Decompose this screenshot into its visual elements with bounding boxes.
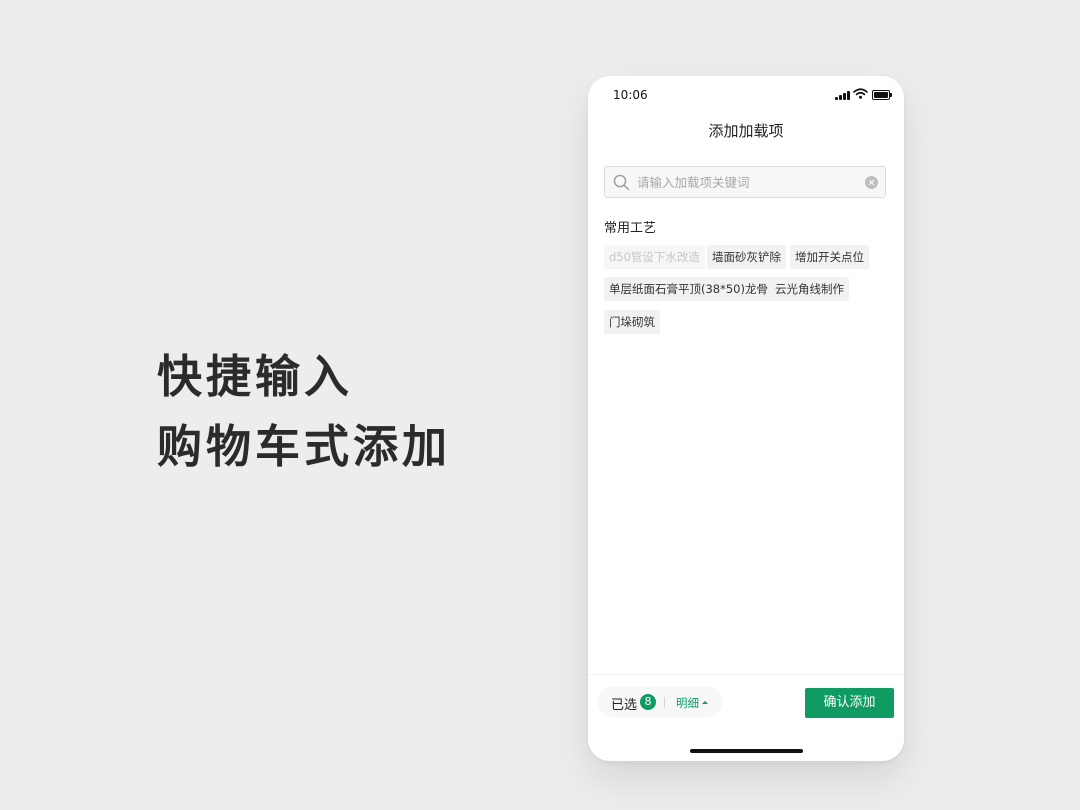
bottom-bar: 已选 8 明细 确认添加 — [588, 674, 904, 761]
tag-item[interactable]: 单层纸面石膏平顶(38*50)龙骨 — [604, 277, 773, 301]
search-icon — [613, 174, 630, 191]
tag-item[interactable]: d50管设下水改造 — [604, 245, 705, 269]
status-bar: 10:06 — [588, 76, 904, 116]
page-title: 添加加载项 — [708, 122, 784, 140]
caret-up-icon[interactable] — [702, 701, 708, 704]
selected-summary[interactable]: 已选 8 明细 — [598, 687, 722, 717]
status-time: 10:06 — [613, 88, 648, 102]
selected-label: 已选 — [611, 698, 638, 713]
promo-line-1: 快捷输入 — [157, 350, 354, 403]
tag-item[interactable]: 云光角线制作 — [770, 277, 849, 301]
tag-item[interactable]: 墙面砂灰铲除 — [707, 245, 786, 269]
cellular-signal-icon — [835, 90, 851, 100]
selected-count-badge: 8 — [640, 694, 656, 710]
divider — [664, 697, 665, 708]
home-indicator — [690, 749, 803, 753]
wifi-icon — [853, 88, 868, 99]
clear-icon[interactable] — [865, 176, 878, 189]
confirm-add-button[interactable]: 确认添加 — [805, 688, 894, 718]
search-box[interactable] — [604, 166, 886, 198]
common-section-title: 常用工艺 — [604, 221, 657, 236]
promo-line-2: 购物车式添加 — [157, 420, 452, 473]
phone-frame: 10:06 添加加载项 常用工艺 d50管设下水改造 墙面砂灰铲除 增加开关点位… — [588, 76, 904, 761]
promo-headline: 快捷输入 购物车式添加 — [157, 342, 451, 482]
tag-item[interactable]: 增加开关点位 — [790, 245, 869, 269]
tag-item[interactable]: 门垛砌筑 — [604, 310, 660, 334]
search-input[interactable] — [637, 167, 859, 197]
detail-toggle[interactable]: 明细 — [676, 695, 699, 711]
battery-icon — [872, 90, 892, 100]
